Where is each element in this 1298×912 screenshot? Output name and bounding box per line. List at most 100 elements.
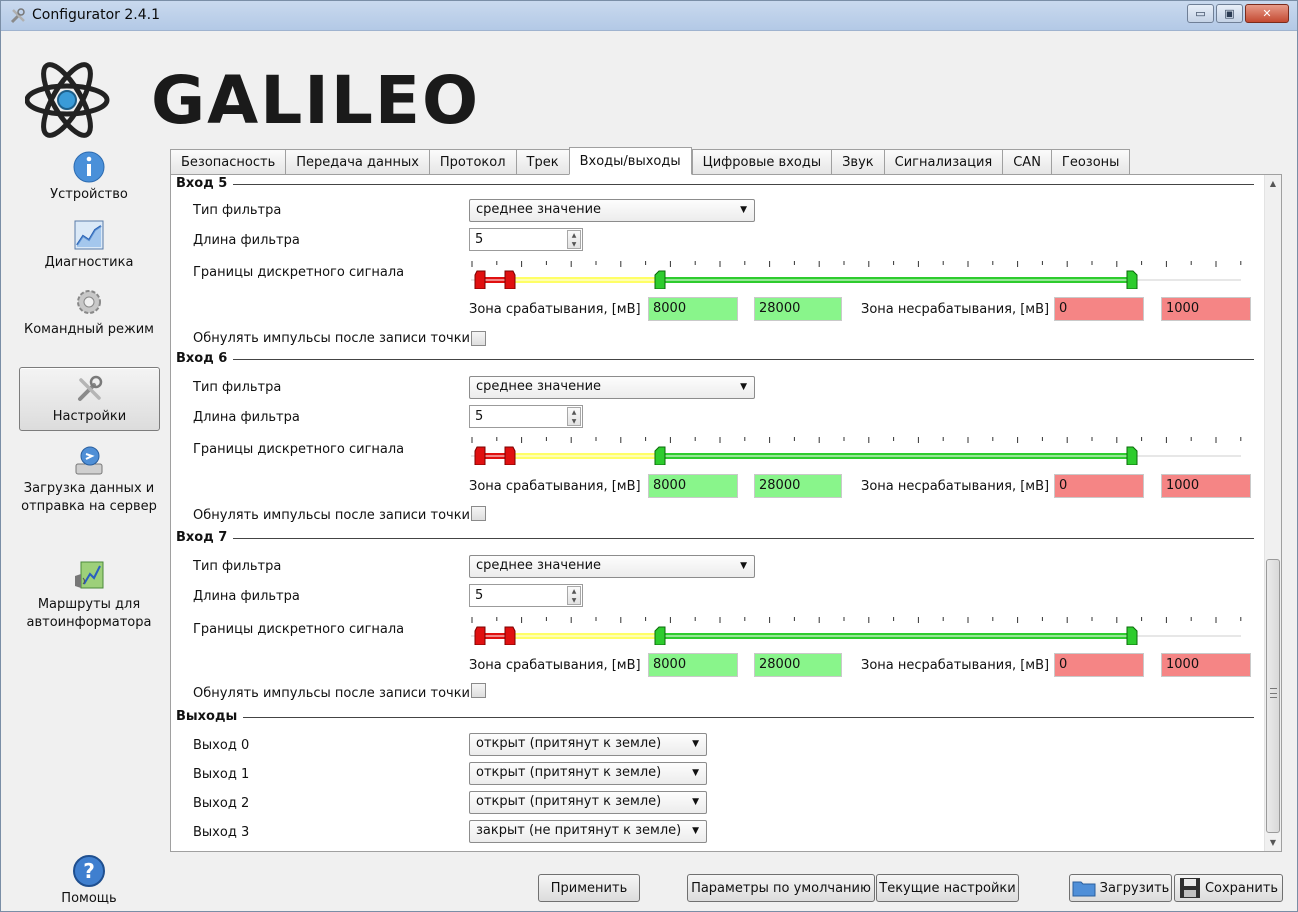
- input-6-title: Вход 6: [176, 351, 234, 366]
- trigger-to-handle: [1126, 626, 1138, 645]
- default-settings-button[interactable]: Параметры по умолчанию: [687, 874, 875, 902]
- galileo-logo: GALILEO: [151, 62, 481, 139]
- output-2-state-select[interactable]: открыт (притянут к земле) ▼: [469, 791, 707, 814]
- select-value: среднее значение: [476, 202, 602, 217]
- input-5-trigger-to-field[interactable]: 28000: [754, 297, 842, 321]
- chart-icon: [74, 220, 104, 250]
- tab-data-transfer[interactable]: Передача данных: [285, 149, 429, 175]
- sidebar-item-command-mode[interactable]: Командный режим: [19, 285, 159, 339]
- input-6-range-slider[interactable]: [469, 435, 1243, 465]
- section-divider: [176, 538, 1254, 539]
- minimize-button[interactable]: ▭: [1187, 4, 1214, 23]
- tab-geofences[interactable]: Геозоны: [1050, 149, 1131, 175]
- input-6-filter-type-select[interactable]: среднее значение ▼: [469, 376, 755, 399]
- title-bar[interactable]: Configurator 2.4.1 ▭ ▣ ✕: [1, 1, 1297, 31]
- output-2-label: Выход 2: [193, 796, 250, 811]
- input-7-range-slider[interactable]: [469, 615, 1243, 645]
- sidebar: Устройство Диагностика Командный режим Н…: [1, 144, 163, 912]
- input-5-no-trigger-from-field[interactable]: 0: [1054, 297, 1144, 321]
- input-7-trigger-to-field[interactable]: 28000: [754, 653, 842, 677]
- output-0-state-select[interactable]: открыт (притянут к земле) ▼: [469, 733, 707, 756]
- input-5-filter-length-spinner[interactable]: 5 ▲ ▼: [469, 228, 583, 251]
- apply-button[interactable]: Применить: [538, 874, 640, 902]
- inputs-outputs-panel: Вход 5 Тип фильтра среднее значение ▼ Дли…: [170, 174, 1282, 852]
- output-3-label: Выход 3: [193, 825, 250, 840]
- select-value: среднее значение: [476, 379, 602, 394]
- spinner-arrows-icon[interactable]: ▲ ▼: [567, 586, 581, 605]
- minimize-icon: ▭: [1195, 7, 1206, 20]
- trigger-to-handle: [1126, 270, 1138, 289]
- chevron-down-icon: ▼: [692, 797, 699, 807]
- input-6-filter-length-spinner[interactable]: 5 ▲ ▼: [469, 405, 583, 428]
- input-5-trigger-from-field[interactable]: 8000: [648, 297, 738, 321]
- scroll-down-icon[interactable]: ▼: [1265, 834, 1281, 851]
- no-trigger-handle: [474, 446, 486, 465]
- reset-pulses-label: Обнулять импульсы после записи точки: [193, 331, 471, 346]
- tools-icon: [77, 375, 102, 401]
- tab-can[interactable]: CAN: [1002, 149, 1051, 175]
- tab-track[interactable]: Трек: [515, 149, 569, 175]
- input-6-no-trigger-to-field[interactable]: 1000: [1161, 474, 1251, 498]
- info-icon: [73, 151, 105, 183]
- select-value: открыт (притянут к земле): [476, 765, 662, 780]
- input-6-reset-pulses-checkbox[interactable]: [471, 506, 486, 521]
- tab-protocol[interactable]: Протокол: [428, 149, 516, 175]
- input-7-reset-pulses-checkbox[interactable]: [471, 683, 486, 698]
- tab-security[interactable]: Безопасность: [170, 149, 286, 175]
- chevron-down-icon: ▼: [692, 826, 699, 836]
- input-7-trigger-from-field[interactable]: 8000: [648, 653, 738, 677]
- tab-inputs-outputs[interactable]: Входы/выходы: [568, 147, 692, 175]
- sidebar-item-routes[interactable]: Маршруты для автоинформатора: [19, 560, 159, 632]
- close-button[interactable]: ✕: [1245, 4, 1289, 23]
- input-7-no-trigger-from-field[interactable]: 0: [1054, 653, 1144, 677]
- input-7-no-trigger-to-field[interactable]: 1000: [1161, 653, 1251, 677]
- select-value: открыт (притянут к земле): [476, 794, 662, 809]
- sidebar-item-label: Загрузка данных и отправка на сервер: [21, 481, 157, 514]
- sidebar-item-settings[interactable]: Настройки: [19, 367, 160, 431]
- spinner-value: 5: [475, 588, 484, 603]
- save-button[interactable]: Сохранить: [1174, 874, 1283, 902]
- scroll-thumb[interactable]: [1266, 559, 1280, 833]
- reset-pulses-label: Обнулять импульсы после записи точки: [193, 686, 471, 701]
- output-3-state-select[interactable]: закрыт (не притянут к земле) ▼: [469, 820, 707, 843]
- grip-icon: [1270, 688, 1277, 698]
- input-7-filter-length-spinner[interactable]: 5 ▲ ▼: [469, 584, 583, 607]
- close-icon: ✕: [1262, 7, 1272, 20]
- sidebar-item-upload-data[interactable]: Загрузка данных и отправка на сервер: [19, 444, 159, 516]
- sidebar-item-label: Помощь: [61, 891, 117, 906]
- input-5-range-slider[interactable]: [469, 259, 1243, 289]
- input-5-filter-type-select[interactable]: среднее значение ▼: [469, 199, 755, 222]
- no-trigger-handle: [474, 626, 486, 645]
- no-trigger-zone-label: Зона несрабатывания, [мВ]: [861, 302, 1050, 317]
- input-6-trigger-to-field[interactable]: 28000: [754, 474, 842, 498]
- tab-digital-inputs[interactable]: Цифровые входы: [691, 149, 832, 175]
- app-header: GALILEO: [1, 32, 1297, 144]
- trigger-zone-label: Зона срабатывания, [мВ]: [469, 658, 641, 673]
- sidebar-item-label: Маршруты для автоинформатора: [26, 597, 152, 630]
- no-trigger-handle: [474, 270, 486, 289]
- load-button[interactable]: Загрузить: [1069, 874, 1172, 902]
- sidebar-item-device[interactable]: Устройство: [19, 150, 159, 204]
- current-settings-button[interactable]: Текущие настройки: [876, 874, 1019, 902]
- maximize-button[interactable]: ▣: [1216, 4, 1243, 23]
- tab-sound[interactable]: Звук: [831, 149, 884, 175]
- input-5-title: Вход 5: [176, 176, 234, 191]
- input-5-reset-pulses-checkbox[interactable]: [471, 331, 486, 346]
- spinner-arrows-icon[interactable]: ▲ ▼: [567, 230, 581, 249]
- trigger-from-handle: [654, 446, 666, 465]
- filter-type-label: Тип фильтра: [193, 380, 282, 395]
- spinner-arrows-icon[interactable]: ▲ ▼: [567, 407, 581, 426]
- input-5-no-trigger-to-field[interactable]: 1000: [1161, 297, 1251, 321]
- output-1-state-select[interactable]: открыт (притянут к земле) ▼: [469, 762, 707, 785]
- sidebar-item-help[interactable]: ? Помощь: [19, 854, 159, 908]
- scroll-up-icon[interactable]: ▲: [1265, 175, 1281, 192]
- chevron-down-icon: ▼: [692, 768, 699, 778]
- input-6-no-trigger-from-field[interactable]: 0: [1054, 474, 1144, 498]
- filter-type-label: Тип фильтра: [193, 559, 282, 574]
- input-7-filter-type-select[interactable]: среднее значение ▼: [469, 555, 755, 578]
- sidebar-item-diagnostics[interactable]: Диагностика: [19, 218, 159, 272]
- input-6-trigger-from-field[interactable]: 8000: [648, 474, 738, 498]
- vertical-scrollbar[interactable]: ▲ ▼: [1264, 175, 1281, 851]
- sidebar-item-label: Командный режим: [23, 322, 154, 337]
- tab-alarm[interactable]: Сигнализация: [883, 149, 1003, 175]
